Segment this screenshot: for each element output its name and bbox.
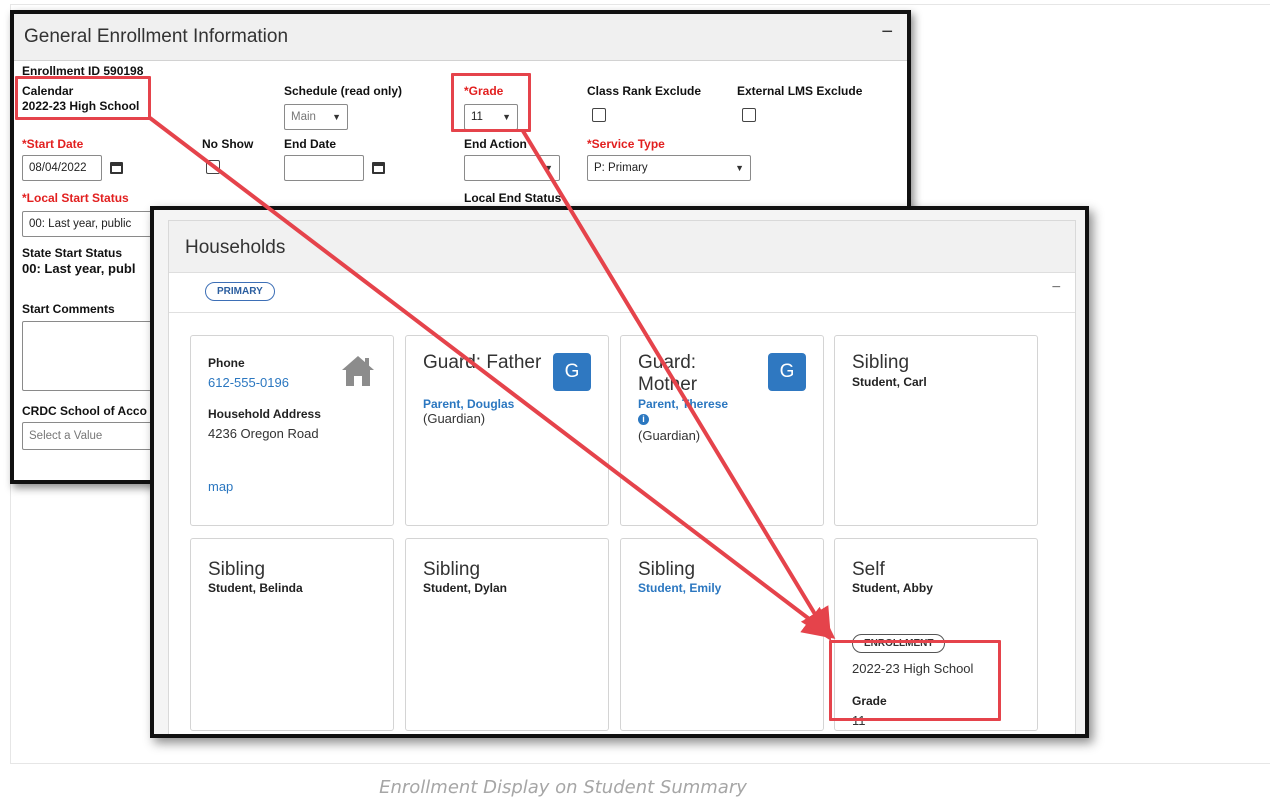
enrollment-panel-title: General Enrollment Information <box>24 26 289 47</box>
start-date-input[interactable]: 08/04/2022 <box>22 155 102 181</box>
guardian-note: (Guardian) <box>638 428 701 443</box>
house-icon <box>342 356 374 386</box>
household-address-value: 4236 Oregon Road <box>208 426 319 441</box>
calendar-label: Calendar <box>22 84 74 98</box>
collapse-button[interactable]: − <box>881 22 893 42</box>
households-title: Households <box>185 237 286 258</box>
phone-link[interactable]: 612-555-0196 <box>208 375 289 390</box>
schedule-select-value: Main <box>291 111 316 123</box>
relationship-label: Sibling <box>423 559 481 580</box>
start-comments-label: Start Comments <box>22 302 115 316</box>
enrollment-id: Enrollment ID 590198 <box>22 64 144 78</box>
chevron-down-icon: ▼ <box>502 112 511 122</box>
chevron-down-icon: ▼ <box>332 112 341 122</box>
enrollment-grade-label: Grade <box>852 694 887 708</box>
start-date-value: 08/04/2022 <box>29 162 87 174</box>
calendar-value: 2022-23 High School <box>22 99 140 113</box>
chevron-down-icon: ▼ <box>735 163 744 173</box>
no-show-checkbox[interactable] <box>206 160 220 174</box>
enrollment-panel-header: General Enrollment Information − <box>14 14 907 61</box>
state-start-status-value: 00: Last year, publ <box>22 261 136 276</box>
end-action-select[interactable]: ▼ <box>464 155 560 181</box>
chevron-down-icon: ▼ <box>544 163 553 173</box>
member-name-link[interactable]: Parent, Therese <box>638 397 728 411</box>
crdc-school-placeholder: Select a Value <box>29 430 103 442</box>
external-lms-exclude-label: External LMS Exclude <box>737 84 863 98</box>
member-name: Student, Belinda <box>208 581 303 595</box>
figure-caption: Enrollment Display on Student Summary <box>379 777 747 798</box>
member-name: Student, Carl <box>852 375 927 389</box>
phone-label: Phone <box>208 356 245 370</box>
member-name-link[interactable]: Parent, Douglas <box>423 397 514 411</box>
info-icon[interactable]: i <box>638 414 649 425</box>
enrollment-badge: ENROLLMENT <box>852 634 946 653</box>
relationship-label: Self <box>852 559 885 580</box>
local-start-status-label: *Local Start Status <box>22 191 129 205</box>
calendar-icon[interactable] <box>106 158 126 178</box>
relationship-label: Guard: Mother <box>638 352 698 395</box>
schedule-select: Main ▼ <box>284 104 348 130</box>
household-member-card[interactable]: Sibling Student, Dylan <box>405 538 609 731</box>
household-member-card-self[interactable]: Self Student, Abby ENROLLMENT 2022-23 Hi… <box>834 538 1038 731</box>
household-address-label: Household Address <box>208 407 321 421</box>
local-end-status-label: Local End Status <box>464 191 562 205</box>
start-date-label: *Start Date <box>22 137 84 151</box>
household-member-card[interactable]: Guard: Father G Parent, Douglas (Guardia… <box>405 335 609 526</box>
household-address-card: Phone 612-555-0196 Household Address 423… <box>190 335 394 526</box>
no-show-label: No Show <box>202 137 254 151</box>
enrollment-grade-value: 11 <box>852 713 866 728</box>
calendar-icon[interactable] <box>368 158 388 178</box>
member-name-link[interactable]: Student, Emily <box>638 581 721 595</box>
grade-select[interactable]: 11 ▼ <box>464 104 518 130</box>
relationship-label: Sibling <box>852 352 910 373</box>
end-date-input[interactable] <box>284 155 364 181</box>
relationship-label: Guard: Father <box>423 352 542 373</box>
grade-select-value: 11 <box>471 111 483 123</box>
households-panel: Households PRIMARY − Phone 612-555-0196 … <box>150 206 1089 738</box>
collapse-button[interactable]: − <box>1052 280 1061 296</box>
service-type-select[interactable]: P: Primary ▼ <box>587 155 751 181</box>
schedule-label: Schedule (read only) <box>284 84 403 98</box>
member-name: Student, Dylan <box>423 581 508 595</box>
service-type-label: *Service Type <box>587 137 665 151</box>
end-date-label: End Date <box>284 137 337 151</box>
households-card: Households PRIMARY − Phone 612-555-0196 … <box>168 220 1076 734</box>
member-name: Student, Abby <box>852 581 933 595</box>
map-link[interactable]: map <box>208 479 233 494</box>
guardian-badge: G <box>553 353 591 391</box>
household-member-card[interactable]: Sibling Student, Carl <box>834 335 1038 526</box>
relationship-label: Sibling <box>638 559 696 580</box>
primary-household-row: PRIMARY − <box>169 273 1075 313</box>
guardian-badge: G <box>768 353 806 391</box>
household-member-card[interactable]: Sibling Student, Emily <box>620 538 824 731</box>
grade-label: *Grade <box>464 84 504 98</box>
household-member-card[interactable]: Sibling Student, Belinda <box>190 538 394 731</box>
end-action-label: End Action <box>464 137 527 151</box>
class-rank-exclude-label: Class Rank Exclude <box>587 84 702 98</box>
service-type-value: P: Primary <box>594 162 648 174</box>
relationship-label: Sibling <box>208 559 266 580</box>
crdc-school-label: CRDC School of Acco <box>22 404 147 418</box>
primary-badge: PRIMARY <box>205 282 275 301</box>
enrollment-calendar: 2022-23 High School <box>852 661 974 676</box>
guardian-note: (Guardian) <box>423 411 486 426</box>
household-member-card[interactable]: Guard: Mother G Parent, Therese i (Guard… <box>620 335 824 526</box>
state-start-status-label: State Start Status <box>22 246 123 260</box>
local-start-status-value: 00: Last year, public <box>29 218 132 230</box>
households-header: Households <box>169 221 1075 273</box>
class-rank-exclude-checkbox[interactable] <box>592 108 606 122</box>
external-lms-exclude-checkbox[interactable] <box>742 108 756 122</box>
